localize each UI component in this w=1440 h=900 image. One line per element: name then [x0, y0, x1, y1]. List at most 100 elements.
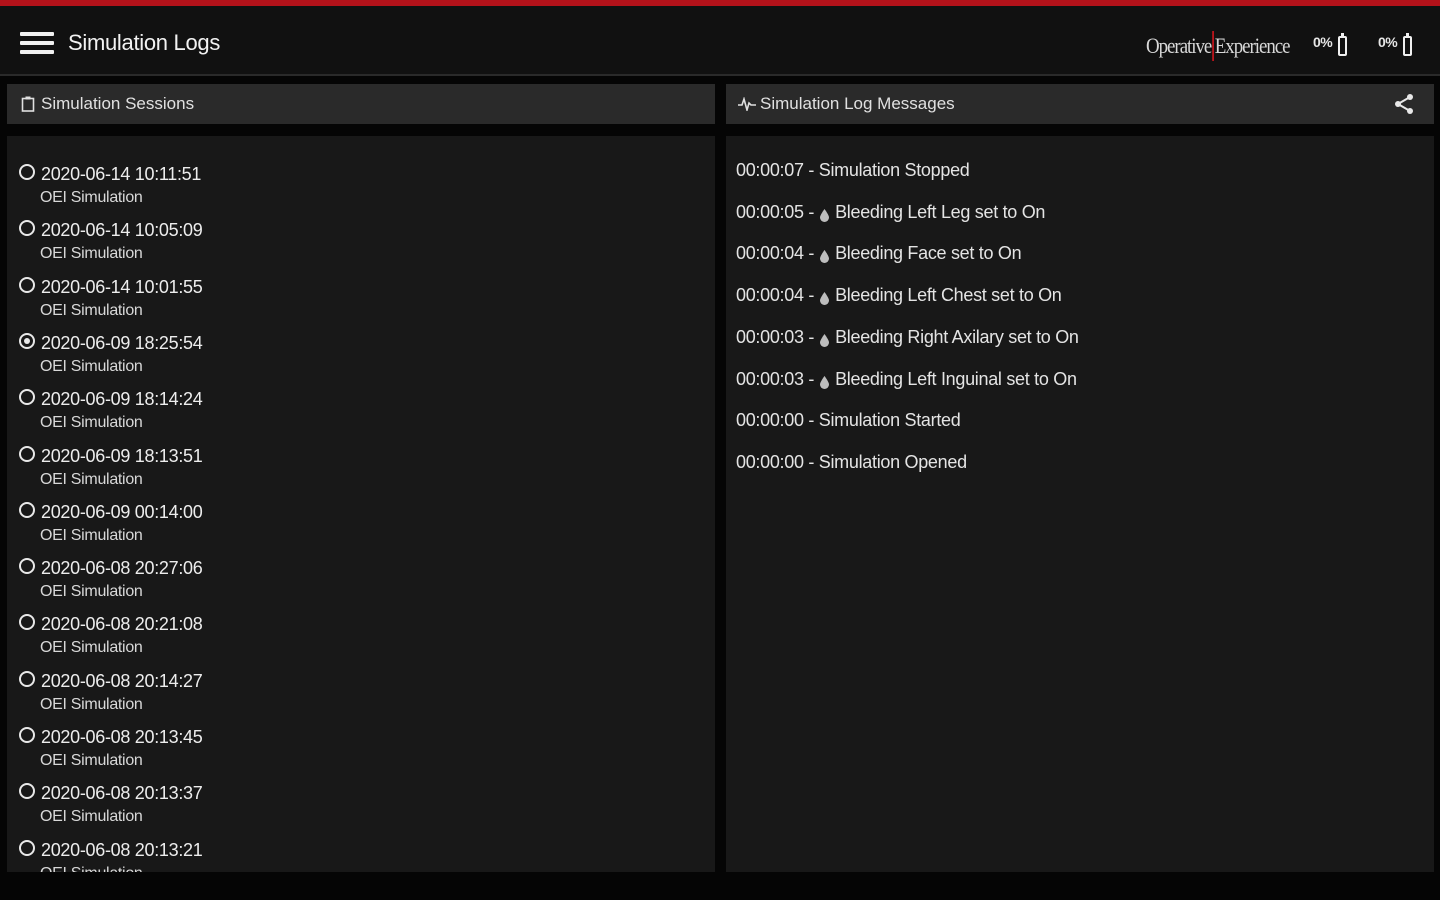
session-item[interactable]: 2020-06-09 00:14:00 OEI Simulation	[17, 494, 707, 550]
session-name: OEI Simulation	[40, 808, 143, 826]
radio-unselected-icon[interactable]	[19, 670, 35, 687]
radio-unselected-icon[interactable]	[19, 445, 35, 462]
battery-icon	[1338, 33, 1348, 56]
clipboard-icon	[19, 95, 37, 113]
radio-unselected-icon[interactable]	[19, 389, 35, 406]
session-item[interactable]: 2020-06-08 20:13:21 OEI Simulation	[17, 832, 707, 872]
log-message-time: 00:00:04	[736, 285, 804, 306]
log-message-time: 00:00:00	[736, 451, 804, 472]
radio-unselected-icon[interactable]	[19, 839, 35, 856]
log-message-time: 00:00:03	[736, 326, 804, 347]
blood-drop-icon	[820, 289, 830, 306]
session-item[interactable]: 2020-06-09 18:13:51 OEI Simulation	[17, 438, 707, 494]
log-message-text: Simulation Stopped	[818, 160, 970, 180]
session-name: OEI Simulation	[40, 414, 143, 432]
pulse-icon	[738, 95, 756, 113]
session-item[interactable]: 2020-06-14 10:11:51 OEI Simulation	[17, 156, 707, 212]
session-name: OEI Simulation	[40, 752, 143, 769]
battery-percent-1: 0%	[1313, 34, 1333, 50]
messages-panel-header: Simulation Log Messages	[726, 84, 1434, 124]
blood-drop-icon	[820, 373, 830, 389]
session-name: OEI Simulation	[40, 526, 143, 544]
session-timestamp: 2020-06-08 20:21:08	[41, 614, 203, 635]
brand-logo-left: Operative	[1146, 33, 1212, 58]
messages-panel-title: Simulation Log Messages	[760, 94, 955, 113]
brand-logo: Operative Experience	[1146, 26, 1291, 66]
battery-status-2: 0%	[1378, 33, 1413, 56]
sessions-list[interactable]: 2020-06-14 10:11:51 OEI Simulation 2020-06…	[7, 136, 715, 872]
radio-selected-icon[interactable]	[19, 332, 35, 349]
page-title: Simulation Logs	[68, 30, 221, 55]
session-item[interactable]: 2020-06-08 20:27:06 OEI Simulation	[17, 550, 707, 606]
session-name: OEI Simulation	[40, 865, 143, 872]
session-timestamp: 2020-06-09 18:25:54	[41, 332, 203, 353]
log-message-time: 00:00:07	[736, 160, 804, 180]
radio-unselected-icon[interactable]	[19, 614, 35, 631]
session-timestamp: 2020-06-08 20:13:21	[41, 839, 203, 860]
session-item[interactable]: 2020-06-08 20:13:45 OEI Simulation	[17, 719, 707, 775]
log-message-time: 00:00:04	[736, 243, 804, 264]
session-item[interactable]: 2020-06-14 10:05:09 OEI Simulation	[17, 212, 707, 268]
session-item[interactable]: 2020-06-08 20:13:37 OEI Simulation	[17, 775, 707, 831]
radio-unselected-icon[interactable]	[19, 276, 35, 293]
log-message-text: Bleeding Left Chest set to On	[835, 285, 1062, 306]
log-message: 00:00:04 - Bleeding Face set to On	[736, 243, 1022, 264]
session-name: OEI Simulation	[40, 695, 143, 713]
session-name: OEI Simulation	[40, 189, 143, 206]
session-timestamp: 2020-06-08 20:13:37	[41, 783, 203, 804]
session-timestamp: 2020-06-08 20:27:06	[41, 558, 203, 579]
radio-unselected-icon[interactable]	[19, 783, 35, 800]
log-message-time: 00:00:00	[736, 410, 804, 431]
battery-percent-2: 0%	[1378, 34, 1398, 50]
session-name: OEI Simulation	[40, 583, 143, 601]
battery-status-1: 0%	[1313, 33, 1348, 56]
log-message: 00:00:05 - Bleeding Left Leg set to On	[736, 201, 1046, 222]
session-timestamp: 2020-06-09 18:13:51	[41, 445, 203, 466]
log-message: 00:00:03 - Bleeding Left Inguinal set to …	[736, 368, 1077, 389]
session-name: OEI Simulation	[40, 301, 143, 319]
hamburger-menu-icon[interactable]	[20, 32, 54, 56]
session-timestamp: 2020-06-08 20:13:45	[41, 727, 203, 747]
session-name: OEI Simulation	[40, 639, 143, 657]
log-message-text: Bleeding Left Inguinal set to On	[835, 368, 1077, 389]
session-item[interactable]: 2020-06-08 20:14:27 OEI Simulation	[17, 663, 707, 719]
log-message-text: Simulation Opened	[818, 451, 967, 472]
log-message-text: Bleeding Face set to On	[835, 243, 1022, 264]
blood-drop-icon	[820, 331, 830, 347]
log-message: 00:00:03 - Bleeding Right Axilary set to …	[736, 326, 1079, 347]
log-message: 00:00:00 - Simulation Opened	[736, 451, 967, 472]
app-bar: Simulation Logs Operative Experience 0% 0…	[0, 6, 1440, 76]
session-item[interactable]: 2020-06-09 18:14:24 OEI Simulation	[17, 381, 707, 437]
radio-unselected-icon[interactable]	[19, 164, 35, 180]
log-message-text: Simulation Started	[818, 410, 961, 431]
log-message: 00:00:07 - Simulation Stopped	[736, 160, 970, 180]
radio-unselected-icon[interactable]	[19, 727, 35, 743]
sessions-panel-header: Simulation Sessions	[7, 84, 715, 124]
session-item[interactable]: 2020-06-09 18:25:54 OEI Simulation	[17, 325, 707, 381]
session-timestamp: 2020-06-09 00:14:00	[41, 501, 203, 522]
log-message-time: 00:00:05	[736, 201, 804, 222]
log-message: 00:00:00 - Simulation Started	[736, 410, 961, 431]
log-message-text: Bleeding Right Axilary set to On	[835, 326, 1079, 347]
battery-icon	[1403, 33, 1413, 56]
session-name: OEI Simulation	[40, 245, 143, 263]
radio-unselected-icon[interactable]	[19, 501, 35, 518]
log-message-text: Bleeding Left Leg set to On	[835, 201, 1046, 222]
session-timestamp: 2020-06-14 10:11:51	[41, 164, 202, 184]
log-message-time: 00:00:03	[736, 368, 804, 389]
blood-drop-icon	[820, 247, 830, 264]
blood-drop-icon	[820, 206, 830, 222]
session-name: OEI Simulation	[40, 357, 143, 375]
share-icon[interactable]	[1392, 92, 1416, 116]
session-item[interactable]: 2020-06-08 20:21:08 OEI Simulation	[17, 606, 707, 662]
session-name: OEI Simulation	[40, 470, 143, 488]
messages-list: 00:00:07 - Simulation Stopped 00:00:05 -B…	[726, 136, 1434, 872]
log-message: 00:00:04 - Bleeding Left Chest set to On	[736, 285, 1062, 306]
radio-unselected-icon[interactable]	[19, 558, 35, 575]
sessions-panel-title: Simulation Sessions	[41, 94, 195, 113]
radio-unselected-icon[interactable]	[19, 220, 35, 237]
session-timestamp: 2020-06-08 20:14:27	[41, 670, 203, 691]
brand-logo-right: Experience	[1214, 33, 1291, 58]
session-item[interactable]: 2020-06-14 10:01:55 OEI Simulation	[17, 269, 707, 325]
session-timestamp: 2020-06-14 10:05:09	[41, 220, 203, 241]
